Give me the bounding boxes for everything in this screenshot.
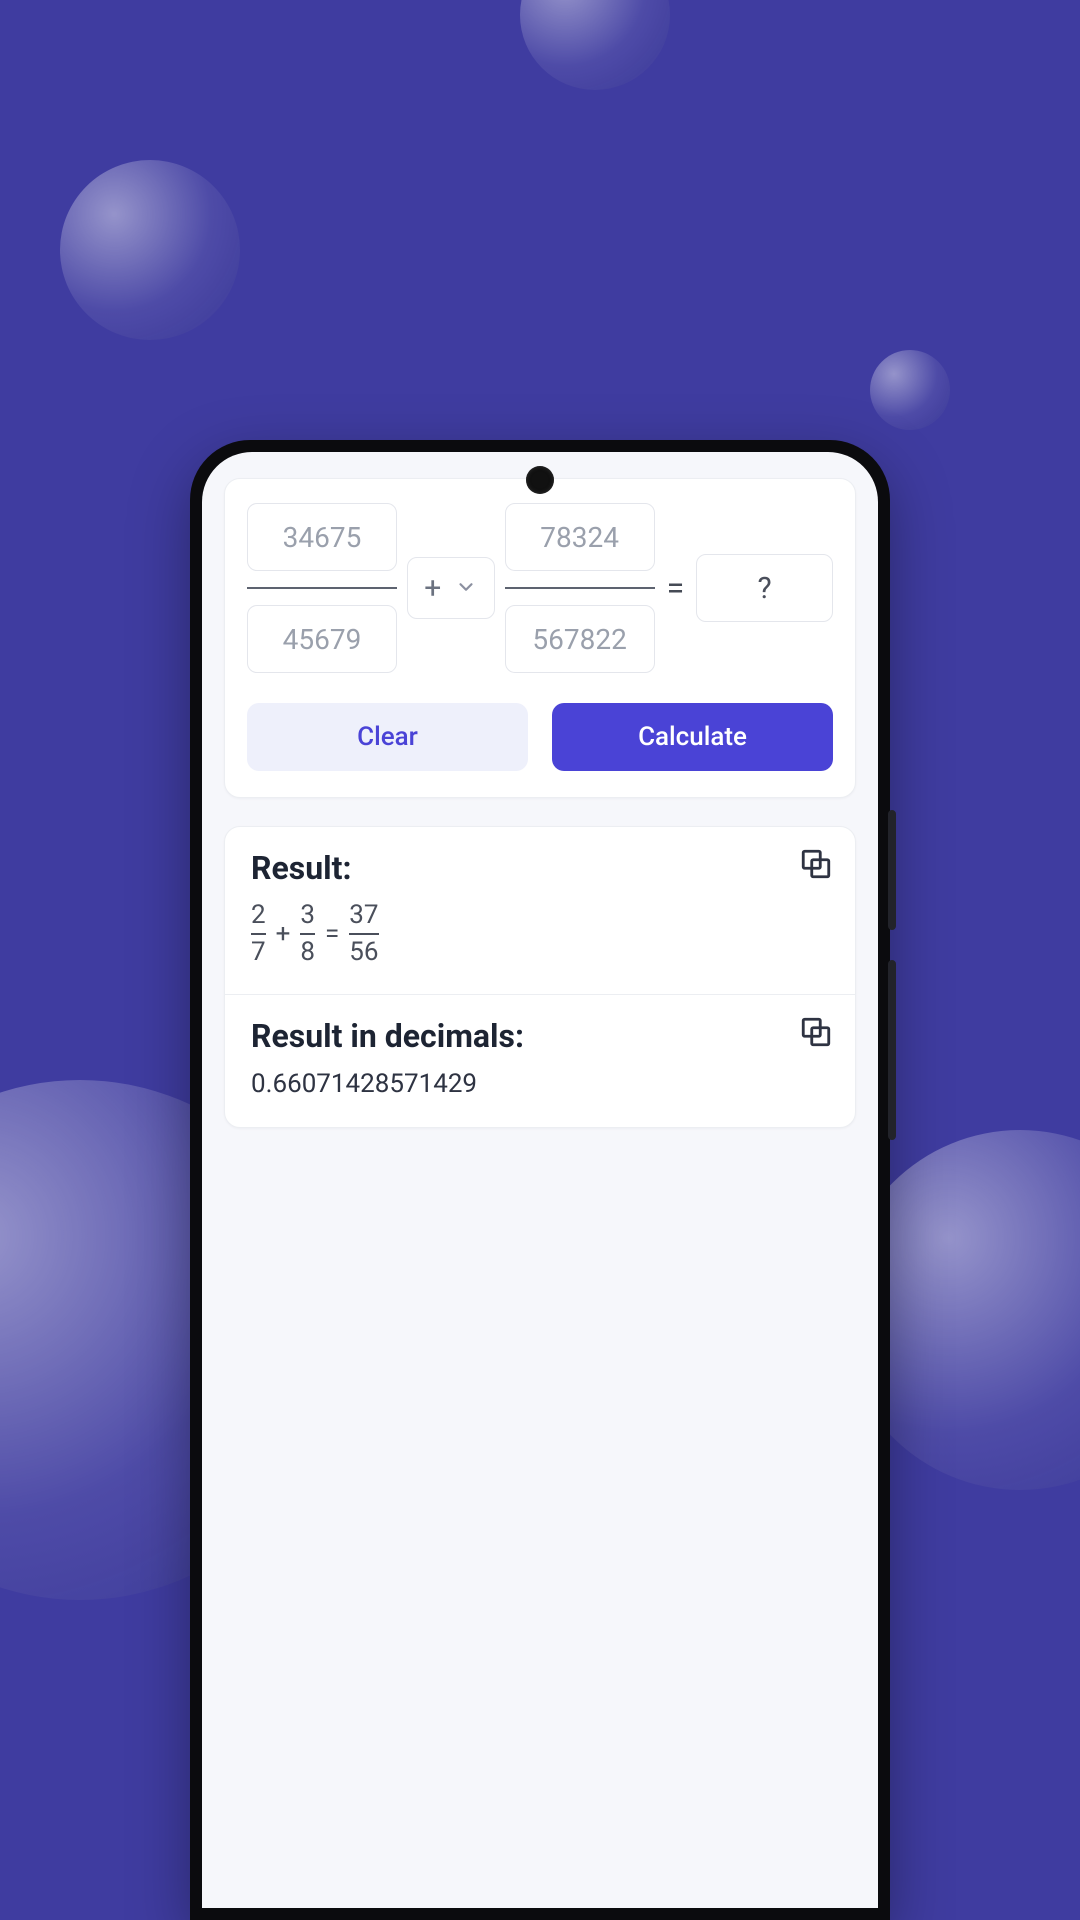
phone-camera — [526, 466, 554, 494]
operator-value: + — [424, 571, 441, 606]
result-frac-r: 37 56 — [349, 901, 378, 966]
fraction-1: 34675 45679 — [247, 503, 397, 673]
fraction-bar — [505, 587, 655, 589]
frac-denominator: 56 — [349, 938, 378, 967]
calculator-card: 34675 45679 + 78324 567822 — [224, 478, 856, 798]
operator-select[interactable]: + — [407, 557, 495, 619]
fraction-1-denominator-input[interactable]: 45679 — [247, 605, 397, 673]
results-card: Result: 2 7 + 3 8 = — [224, 826, 856, 1128]
phone-side-button — [888, 960, 896, 1140]
result-output: ? — [696, 554, 833, 622]
result-op: + — [276, 919, 291, 949]
result-frac-b: 3 8 — [300, 901, 315, 966]
frac-numerator: 37 — [349, 901, 378, 930]
result-fraction-section: Result: 2 7 + 3 8 = — [225, 827, 855, 994]
chevron-down-icon — [455, 571, 477, 606]
phone-side-button — [888, 810, 896, 930]
copy-icon — [799, 866, 833, 885]
fraction-bar — [247, 587, 397, 589]
equals-sign: = — [665, 569, 687, 607]
calculate-button[interactable]: Calculate — [552, 703, 833, 771]
frac-numerator: 3 — [300, 901, 315, 930]
clear-button[interactable]: Clear — [247, 703, 528, 771]
frac-denominator: 8 — [300, 938, 315, 967]
decorative-sphere — [60, 160, 240, 340]
result-title: Result: — [251, 849, 829, 887]
copy-result-button[interactable] — [799, 847, 833, 881]
fraction-2-denominator-input[interactable]: 567822 — [505, 605, 655, 673]
copy-decimal-button[interactable] — [799, 1015, 833, 1049]
decorative-sphere — [870, 350, 950, 430]
fraction-2-numerator-input[interactable]: 78324 — [505, 503, 655, 571]
result-decimal-section: Result in decimals: 0.66071428571429 — [225, 994, 855, 1127]
frac-numerator: 2 — [251, 901, 266, 930]
fraction-1-numerator-input[interactable]: 34675 — [247, 503, 397, 571]
result-decimal-value: 0.66071428571429 — [251, 1069, 829, 1099]
phone-screen: 34675 45679 + 78324 567822 — [202, 452, 878, 1908]
result-expression: 2 7 + 3 8 = 37 — [251, 901, 829, 966]
result-frac-a: 2 7 — [251, 901, 266, 966]
decorative-sphere — [520, 0, 670, 90]
copy-icon — [799, 1034, 833, 1053]
result-decimal-title: Result in decimals: — [251, 1017, 829, 1055]
frac-denominator: 7 — [251, 938, 266, 967]
phone-frame: 34675 45679 + 78324 567822 — [190, 440, 890, 1920]
result-eq: = — [325, 919, 339, 949]
fraction-2: 78324 567822 — [505, 503, 655, 673]
